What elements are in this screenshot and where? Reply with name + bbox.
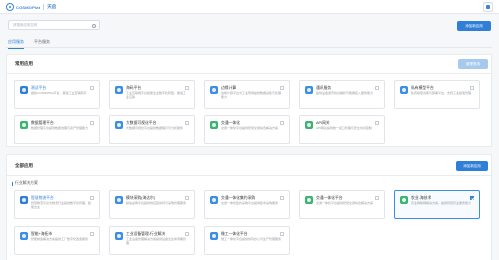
app-card[interactable]: 数据管理平台 数据管理平台提供数据治理与资产管理能力 — [14, 115, 100, 144]
app-icon — [115, 232, 123, 240]
app-description: 交通一体化平台提供智慧交通综合解决方案 — [316, 201, 374, 205]
app-checkbox[interactable] — [280, 196, 284, 200]
logo-divider — [43, 4, 45, 10]
app-description: 智能制造解决方案提供工厂数字化改造服务 — [31, 237, 89, 241]
app-card[interactable]: 私有模型平台 私有模型训练与部署平台，支持工业模型管理 — [394, 80, 480, 109]
logo-text: COSMOPlat — [16, 4, 41, 10]
app-card[interactable]: 微工一体化平台 微工一体化平台提供协同办公与生产管理服务 — [204, 226, 290, 255]
app-checkbox[interactable] — [470, 86, 474, 90]
common-apps-title: 常用应用 — [15, 61, 33, 66]
app-card[interactable]: 测试平台 继续COSMOPlat平台，搭建工业互联网平 — [14, 80, 100, 109]
app-icon — [305, 121, 313, 129]
app-card[interactable]: 智慧物流平台 智慧物流平台为物流行业提供数字化管理，赋能企业 — [14, 190, 100, 219]
app-icon — [115, 196, 123, 204]
app-card[interactable]: 通讯服务 提供设备通讯协议解析与数据接入服务能力 — [299, 80, 385, 109]
app-card[interactable]: 工业设备管理-行业解决 工业设备管理解决方案提供设备全生命周期管理 — [109, 226, 195, 255]
app-icon — [115, 86, 123, 94]
app-checkbox[interactable] — [185, 232, 189, 236]
logo[interactable]: COSMOPlat 天启 — [6, 3, 56, 11]
app-description: 模块采购平台提供供应链协同与采购管理服务 — [126, 201, 187, 205]
industry-solutions-label: 行业解决方案 — [15, 181, 38, 185]
app-checkbox[interactable] — [90, 196, 94, 200]
app-card[interactable]: 海码平台 工业互联网平台赋能企业数字化转型，推进工业互联 — [109, 80, 195, 109]
logo-icon — [6, 3, 14, 11]
app-icon — [305, 86, 313, 94]
app-description: 继续COSMOPlat平台，搭建工业互联网平 — [31, 91, 87, 95]
app-card[interactable]: 智能+海拓市 智能制造解决方案提供工厂数字化改造服务 — [14, 226, 100, 255]
app-card[interactable]: 交通一体化集约采购 交通一体化集约采购平台提供集中采购服务 — [204, 190, 290, 219]
app-icon — [400, 86, 408, 94]
app-checkbox[interactable] — [470, 196, 474, 200]
search-placeholder: 请搜索应用名称 — [13, 23, 38, 27]
search-input[interactable]: 请搜索应用名称 — [8, 20, 100, 30]
tab-divider — [6, 47, 492, 48]
app-name: 天启 — [47, 4, 57, 9]
user-icon — [486, 5, 490, 9]
app-checkbox[interactable] — [375, 86, 379, 90]
app-description: 工业设备管理解决方案提供设备全生命周期管理 — [126, 237, 187, 245]
app-icon — [20, 86, 28, 94]
app-icon — [210, 196, 218, 204]
app-description: 智慧物流平台为物流行业提供数字化管理，赋能企业 — [31, 201, 92, 209]
industry-solutions-heading: 行业解决方案 — [12, 181, 38, 186]
app-checkbox[interactable] — [90, 86, 94, 90]
app-checkbox[interactable] — [280, 86, 284, 90]
app-icon — [210, 232, 218, 240]
app-description: API网关提供统一接口管理与安全访问控制 — [316, 126, 372, 130]
app-description: 工业互联网平台赋能企业数字化转型，推进工业互联 — [126, 91, 187, 99]
app-description: 大数据可视化平台提供数据展示与分析服务 — [126, 126, 184, 130]
user-menu-button[interactable] — [483, 2, 493, 12]
manage-common-button[interactable]: 管理常用 — [458, 59, 488, 69]
app-card[interactable]: 大数据可视化平台 大数据可视化平台提供数据展示与分析服务 — [109, 115, 195, 144]
app-checkbox[interactable] — [185, 121, 189, 125]
top-bar: COSMOPlat 天启 — [0, 0, 499, 14]
app-checkbox[interactable] — [90, 232, 94, 236]
app-description: 数据管理平台提供数据治理与资产管理能力 — [31, 126, 89, 130]
app-icon — [20, 196, 28, 204]
app-icon — [400, 196, 408, 204]
app-card[interactable]: 交通一体化平台 交通一体化平台提供智慧交通综合解决方案 — [299, 190, 385, 219]
section-divider — [7, 73, 491, 74]
app-description: 交通一体化集约采购平台提供集中采购服务 — [221, 201, 279, 205]
app-checkbox[interactable] — [280, 232, 284, 236]
add-app-top-button[interactable]: 添加新应用 — [457, 21, 491, 31]
app-icon — [115, 121, 123, 129]
app-icon — [210, 86, 218, 94]
app-checkbox[interactable] — [185, 86, 189, 90]
app-icon — [20, 121, 28, 129]
app-checkbox[interactable] — [375, 121, 379, 125]
app-card[interactable]: 模块采购(海达尔) 模块采购平台提供供应链协同与采购管理服务 — [109, 190, 195, 219]
app-card[interactable]: 边缘计算 边缘计算平台为工业现场提供数据采集与处理能力 — [204, 80, 290, 109]
app-description: 边缘计算平台为工业现场提供数据采集与处理能力 — [221, 91, 282, 99]
app-card[interactable]: 农业-海技术 农业物联网解决方案，提供智慧农业服务能力 — [394, 190, 480, 219]
app-icon — [305, 196, 313, 204]
app-checkbox[interactable] — [185, 196, 189, 200]
app-description: 农业物联网解决方案，提供智慧农业服务能力 — [411, 201, 472, 205]
app-icon — [210, 121, 218, 129]
section-divider — [7, 175, 491, 176]
app-card[interactable]: API网关 API网关提供统一接口管理与安全访问控制 — [299, 115, 385, 144]
app-description: 私有模型训练与部署平台，支持工业模型管理 — [411, 91, 472, 95]
app-icon — [20, 232, 28, 240]
all-apps-title: 全部应用 — [15, 163, 33, 168]
app-card[interactable]: 交通一体化 交通一体化平台提供智慧交通综合解决方案 — [204, 115, 290, 144]
app-description: 微工一体化平台提供协同办公与生产管理服务 — [221, 237, 282, 241]
add-app-button[interactable]: 添加新应用 — [456, 161, 488, 171]
app-checkbox[interactable] — [280, 121, 284, 125]
app-checkbox[interactable] — [90, 121, 94, 125]
app-description: 交通一体化平台提供智慧交通综合解决方案 — [221, 126, 279, 130]
app-description: 提供设备通讯协议解析与数据接入服务能力 — [316, 91, 374, 95]
app-checkbox[interactable] — [375, 196, 379, 200]
search-icon[interactable] — [92, 23, 96, 28]
